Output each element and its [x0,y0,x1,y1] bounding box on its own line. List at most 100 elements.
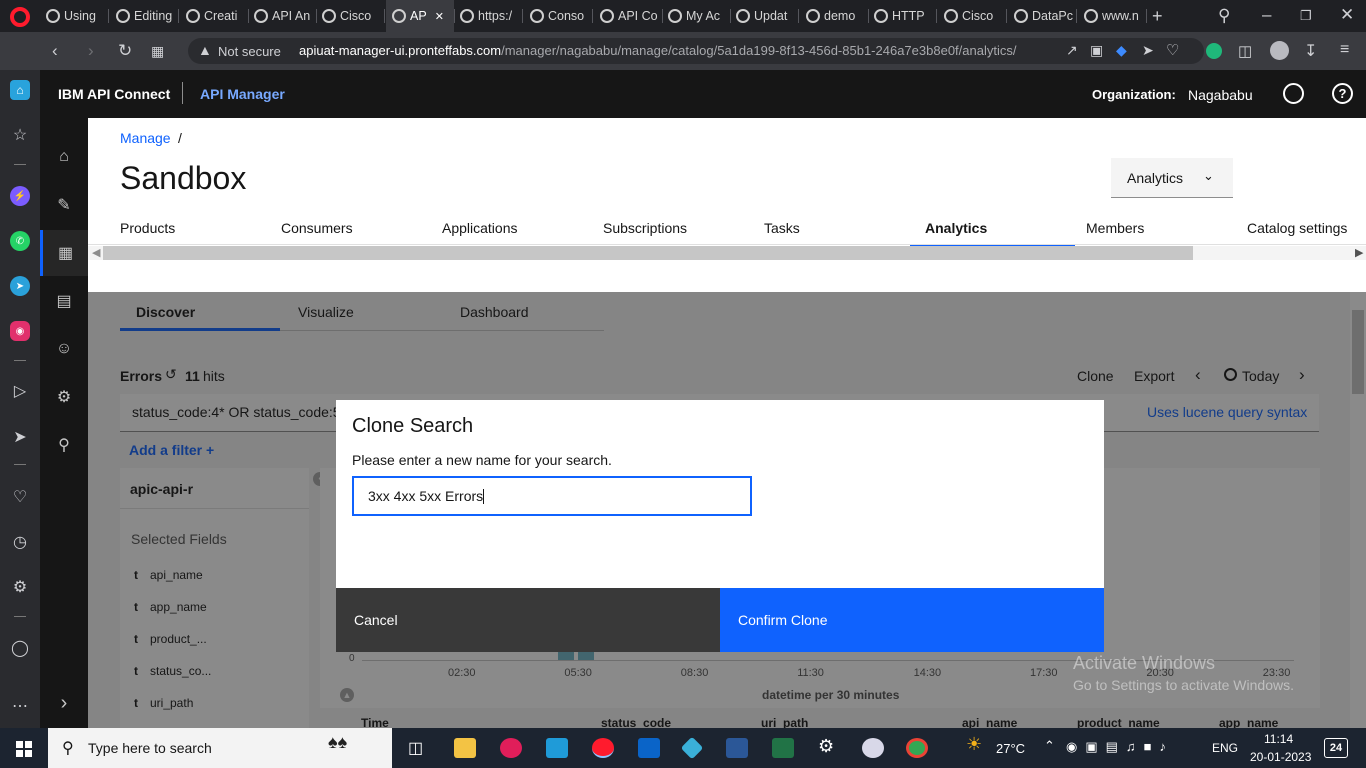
browser-tab[interactable]: demo [800,0,868,32]
history-icon[interactable]: ◷ [10,532,30,552]
extension-icon[interactable] [1206,43,1222,59]
browser-tab[interactable]: AP ✕ [386,0,454,32]
tab-catalog-settings[interactable]: Catalog settings [1247,212,1366,246]
browser-tab[interactable]: https:/ [454,0,522,32]
browser-tab[interactable]: HTTP [868,0,936,32]
lightbulb-icon[interactable]: ◯ [10,638,30,658]
flow-icon[interactable]: ➤ [10,427,30,447]
reload-icon[interactable]: ↻ [118,41,132,61]
task-view-icon[interactable]: ◫ [408,738,423,758]
browser-tab[interactable]: www.n [1078,0,1148,32]
camera-icon[interactable]: ▣ [1090,42,1103,59]
chrome-icon[interactable] [906,738,928,758]
browser-tab[interactable]: API Co [594,0,662,32]
maximize-button[interactable]: ❐ [1300,6,1312,26]
profile-icon[interactable] [1270,41,1289,60]
player-icon[interactable]: ▷ [10,381,30,401]
tabs-grid-icon[interactable]: ▦ [151,41,164,61]
menu-icon[interactable]: ≡ [1340,41,1349,59]
help-icon[interactable]: ? [1332,83,1353,104]
word-icon[interactable] [726,738,748,758]
tab-search-icon[interactable]: ⚲ [1218,6,1230,26]
browser-tab[interactable]: Cisco [938,0,1006,32]
browser-tab[interactable]: API An [248,0,316,32]
scroll-right-icon[interactable]: ▶ [1355,246,1363,259]
confirm-clone-button[interactable]: Confirm Clone [720,588,1104,652]
horizontal-scrollbar[interactable] [103,246,1193,260]
opera-taskbar-icon[interactable] [592,738,614,758]
heart-icon[interactable]: ♡ [1166,41,1179,59]
app-name[interactable]: API Manager [200,86,285,102]
clock-time[interactable]: 11:14 [1264,732,1293,746]
tab-subscriptions[interactable]: Subscriptions [603,212,764,246]
browser-tab[interactable]: DataPc [1008,0,1076,32]
tab-analytics[interactable]: Analytics [910,212,1075,246]
address-bar[interactable]: ▲ Not secure apiuat-manager-ui.pronteffa… [188,38,1204,64]
nav-resources-icon[interactable]: ▤ [40,278,88,324]
tab-tasks[interactable]: Tasks [764,212,925,246]
cancel-button[interactable]: Cancel [336,588,720,652]
network-app-icon[interactable] [862,738,884,758]
browser-tab[interactable]: Conso [524,0,592,32]
settings-icon[interactable]: ⚙ [10,577,30,597]
view-dropdown[interactable]: Analytics ⌄ [1111,158,1233,198]
shield-icon[interactable]: ◆ [1116,42,1127,59]
tray-icons[interactable]: ◉▣▤♫■♪ [1066,739,1174,755]
weather-temp[interactable]: 27°C [996,741,1025,756]
browser-tab[interactable]: My Ac [662,0,730,32]
org-value[interactable]: Nagababu [1188,87,1253,103]
send-icon[interactable]: ➤ [1142,42,1154,59]
notifications-icon[interactable]: 24 [1324,738,1348,758]
instagram-icon[interactable]: ◉ [10,321,30,341]
minimize-button[interactable]: – [1262,5,1271,25]
browser-tab[interactable]: Using [40,0,108,32]
search-name-input[interactable]: 3xx 4xx 5xx Errors [352,476,752,516]
weather-icon[interactable]: ☀ [966,734,982,755]
nav-manage-icon[interactable]: ▦ [40,230,88,276]
messenger-icon[interactable]: ⚡ [10,186,30,206]
nav-search-icon[interactable]: ⚲ [40,422,88,468]
snip-icon[interactable] [546,738,568,758]
telegram-icon[interactable]: ➤ [10,276,30,296]
cube-icon[interactable]: ◫ [1238,42,1252,60]
home-icon[interactable]: ⌂ [10,80,30,100]
outlook-icon[interactable] [638,738,660,758]
nav-settings-icon[interactable]: ⚙ [40,374,88,420]
product-name[interactable]: IBM API Connect [58,86,170,102]
taskbar-search[interactable]: ⚲ Type here to search ♠♠ [48,728,392,768]
nav-home-icon[interactable]: ⌂ [40,134,88,180]
browser-tab[interactable]: Creati [180,0,248,32]
favorites-icon[interactable]: ♡ [10,487,30,507]
file-explorer-icon[interactable] [454,738,476,758]
more-icon[interactable]: ⋯ [10,696,30,716]
nav-develop-icon[interactable]: ✎ [40,182,88,228]
slack-icon[interactable] [500,738,522,758]
browser-tab[interactable]: Editing [110,0,178,32]
close-window-button[interactable]: ✕ [1340,5,1354,25]
windows-start-icon[interactable] [16,741,32,757]
back-button[interactable]: ‹ [52,41,58,61]
close-tab-icon[interactable]: ✕ [435,10,444,23]
clock-date[interactable]: 20-01-2023 [1250,750,1311,764]
tray-chevron-icon[interactable]: ⌃ [1044,738,1055,754]
settings-taskbar-icon[interactable]: ⚙ [818,736,834,757]
excel-icon[interactable] [772,738,794,758]
share-icon[interactable]: ↗ [1066,42,1078,59]
download-icon[interactable]: ↧ [1304,41,1317,61]
browser-tab[interactable]: Updat [730,0,798,32]
speed-dial-icon[interactable]: ☆ [10,125,30,145]
tab-applications[interactable]: Applications [442,212,603,246]
forward-button[interactable]: › [88,41,94,61]
breadcrumb[interactable]: Manage [120,130,171,146]
user-icon[interactable] [1283,83,1304,104]
whatsapp-icon[interactable]: ✆ [10,231,30,251]
opera-logo[interactable] [10,7,30,27]
tab-members[interactable]: Members [1086,212,1247,246]
nav-expand-icon[interactable]: › [40,680,88,726]
tab-products[interactable]: Products [120,212,281,246]
tab-consumers[interactable]: Consumers [281,212,442,246]
scroll-left-icon[interactable]: ◀ [92,246,100,259]
new-tab-button[interactable]: + [1152,6,1163,26]
nav-members-icon[interactable]: ☺ [40,326,88,372]
browser-tab[interactable]: Cisco [316,0,384,32]
